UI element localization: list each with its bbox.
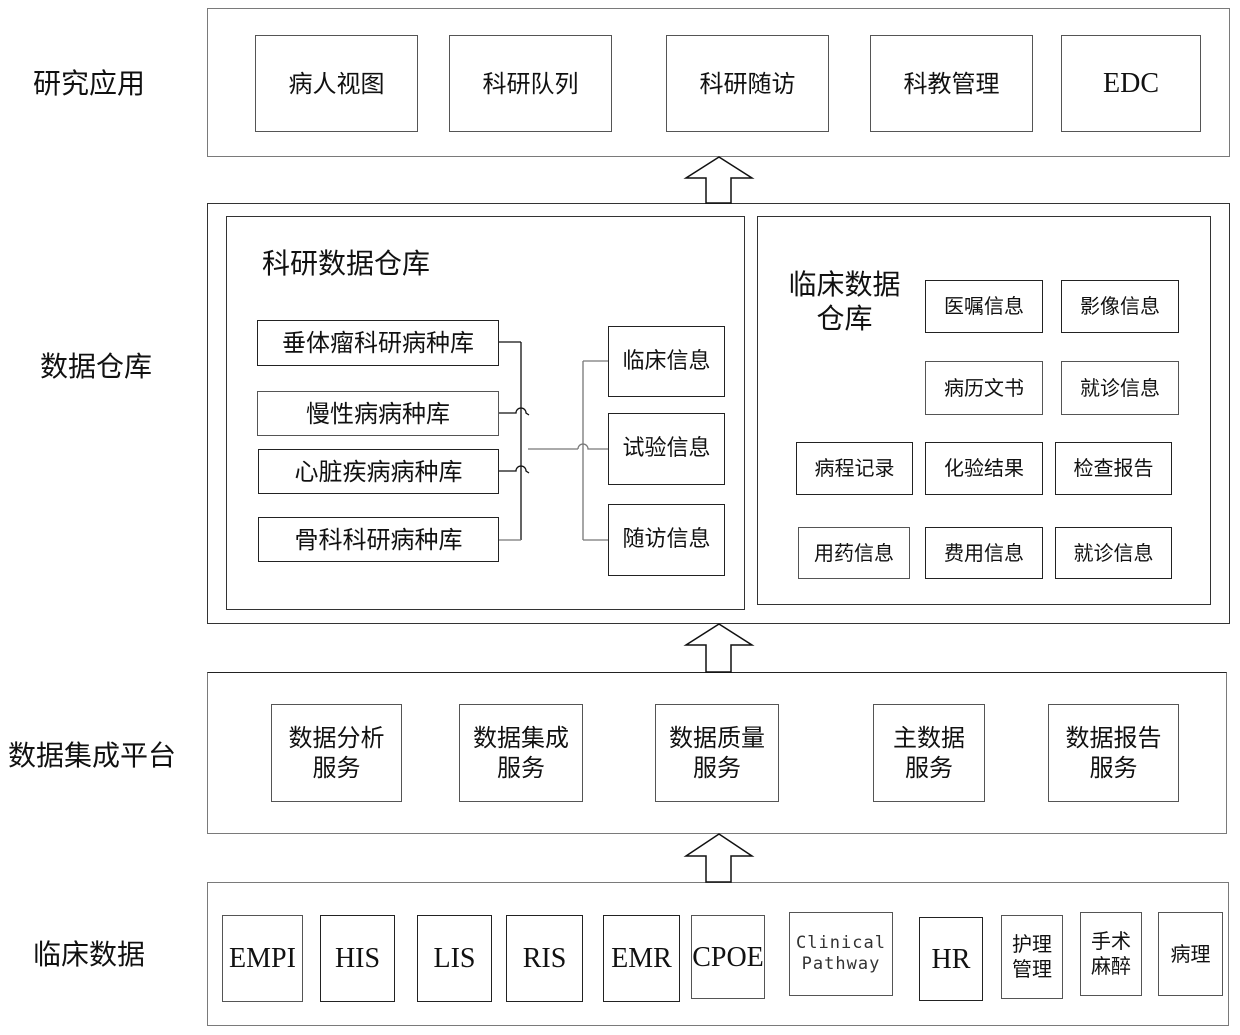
clinical-dw-title-line1: 临床数据 — [788, 268, 901, 301]
clinical-item-billing[interactable]: 费用信息 — [925, 527, 1043, 579]
service-line1: 数据质量 — [669, 724, 765, 752]
service-data-integration[interactable]: 数据集成 服务 — [459, 704, 583, 802]
disease-lib-heart[interactable]: 心脏疾病病种库 — [258, 449, 499, 494]
clinical-item-lab-results[interactable]: 化验结果 — [925, 442, 1043, 495]
clinical-dw-title-line2: 仓库 — [816, 301, 873, 335]
info-followup[interactable]: 随访信息 — [608, 504, 725, 576]
system-hr[interactable]: HR — [919, 917, 983, 1001]
app-edc[interactable]: EDC — [1061, 35, 1201, 132]
service-line1: 数据分析 — [288, 724, 385, 752]
surgery-line1: 手术 — [1091, 929, 1131, 953]
service-data-quality[interactable]: 数据质量 服务 — [655, 704, 779, 802]
arrow-up-icon — [683, 833, 755, 883]
info-clinical[interactable]: 临床信息 — [608, 326, 725, 397]
service-line1: 数据集成 — [473, 724, 569, 752]
clinical-dw-title: 临床数据 仓库 — [782, 268, 907, 335]
system-lis[interactable]: LIS — [417, 915, 492, 1002]
app-education-management[interactable]: 科教管理 — [870, 35, 1033, 132]
service-line2: 服务 — [693, 754, 741, 782]
service-line2: 服务 — [497, 754, 545, 782]
arrow-up-icon — [683, 623, 755, 673]
clinical-pathway-line1: Clinical — [796, 932, 886, 953]
nursing-line2: 管理 — [1012, 957, 1052, 981]
service-line2: 服务 — [312, 754, 361, 782]
service-line2: 服务 — [905, 754, 953, 782]
system-pathology[interactable]: 病理 — [1158, 912, 1223, 996]
system-clinical-pathway[interactable]: Clinical Pathway — [789, 912, 893, 996]
system-ris[interactable]: RIS — [506, 915, 583, 1002]
service-data-analysis[interactable]: 数据分析 服务 — [271, 704, 402, 802]
layer-label-clinical: 临床数据 — [33, 938, 146, 971]
info-trial[interactable]: 试验信息 — [608, 413, 725, 485]
layer-label-research: 研究应用 — [33, 67, 146, 100]
disease-lib-chronic[interactable]: 慢性病病种库 — [257, 391, 499, 436]
service-line1: 主数据 — [893, 724, 965, 752]
system-emr[interactable]: EMR — [603, 915, 680, 1002]
app-patient-view[interactable]: 病人视图 — [255, 35, 418, 132]
system-cpoe[interactable]: CPOE — [691, 915, 765, 999]
service-data-report[interactable]: 数据报告 服务 — [1048, 704, 1179, 802]
surgery-line2: 麻醉 — [1091, 954, 1131, 978]
disease-lib-pituitary[interactable]: 垂体瘤科研病种库 — [257, 320, 499, 366]
research-dw-title: 科研数据仓库 — [262, 247, 431, 280]
clinical-item-orders[interactable]: 医嘱信息 — [925, 280, 1043, 333]
clinical-item-visit-info-2[interactable]: 就诊信息 — [1055, 527, 1172, 579]
clinical-item-medication[interactable]: 用药信息 — [798, 527, 910, 579]
clinical-item-exam-reports[interactable]: 检查报告 — [1055, 442, 1172, 495]
service-master-data[interactable]: 主数据 服务 — [873, 704, 985, 802]
service-line2: 服务 — [1089, 754, 1138, 782]
clinical-pathway-line2: Pathway — [801, 954, 881, 974]
clinical-item-progress-notes[interactable]: 病程记录 — [796, 442, 913, 495]
layer-label-warehouse: 数据仓库 — [40, 350, 153, 383]
system-surgery-anesthesia[interactable]: 手术 麻醉 — [1080, 912, 1142, 996]
layer-label-integration: 数据集成平台 — [8, 739, 177, 772]
system-his[interactable]: HIS — [320, 915, 395, 1002]
arrow-up-icon — [683, 156, 755, 204]
system-nursing[interactable]: 护理 管理 — [1001, 915, 1063, 999]
app-research-followup[interactable]: 科研随访 — [666, 35, 829, 132]
disease-lib-orthopedic[interactable]: 骨科科研病种库 — [258, 517, 499, 562]
clinical-item-medical-records[interactable]: 病历文书 — [925, 361, 1043, 415]
app-research-cohort[interactable]: 科研队列 — [449, 35, 612, 132]
service-line1: 数据报告 — [1065, 724, 1162, 752]
nursing-line1: 护理 — [1012, 932, 1052, 956]
clinical-item-imaging[interactable]: 影像信息 — [1061, 280, 1179, 333]
system-empi[interactable]: EMPI — [222, 915, 303, 1002]
clinical-item-visit-info[interactable]: 就诊信息 — [1061, 361, 1179, 415]
